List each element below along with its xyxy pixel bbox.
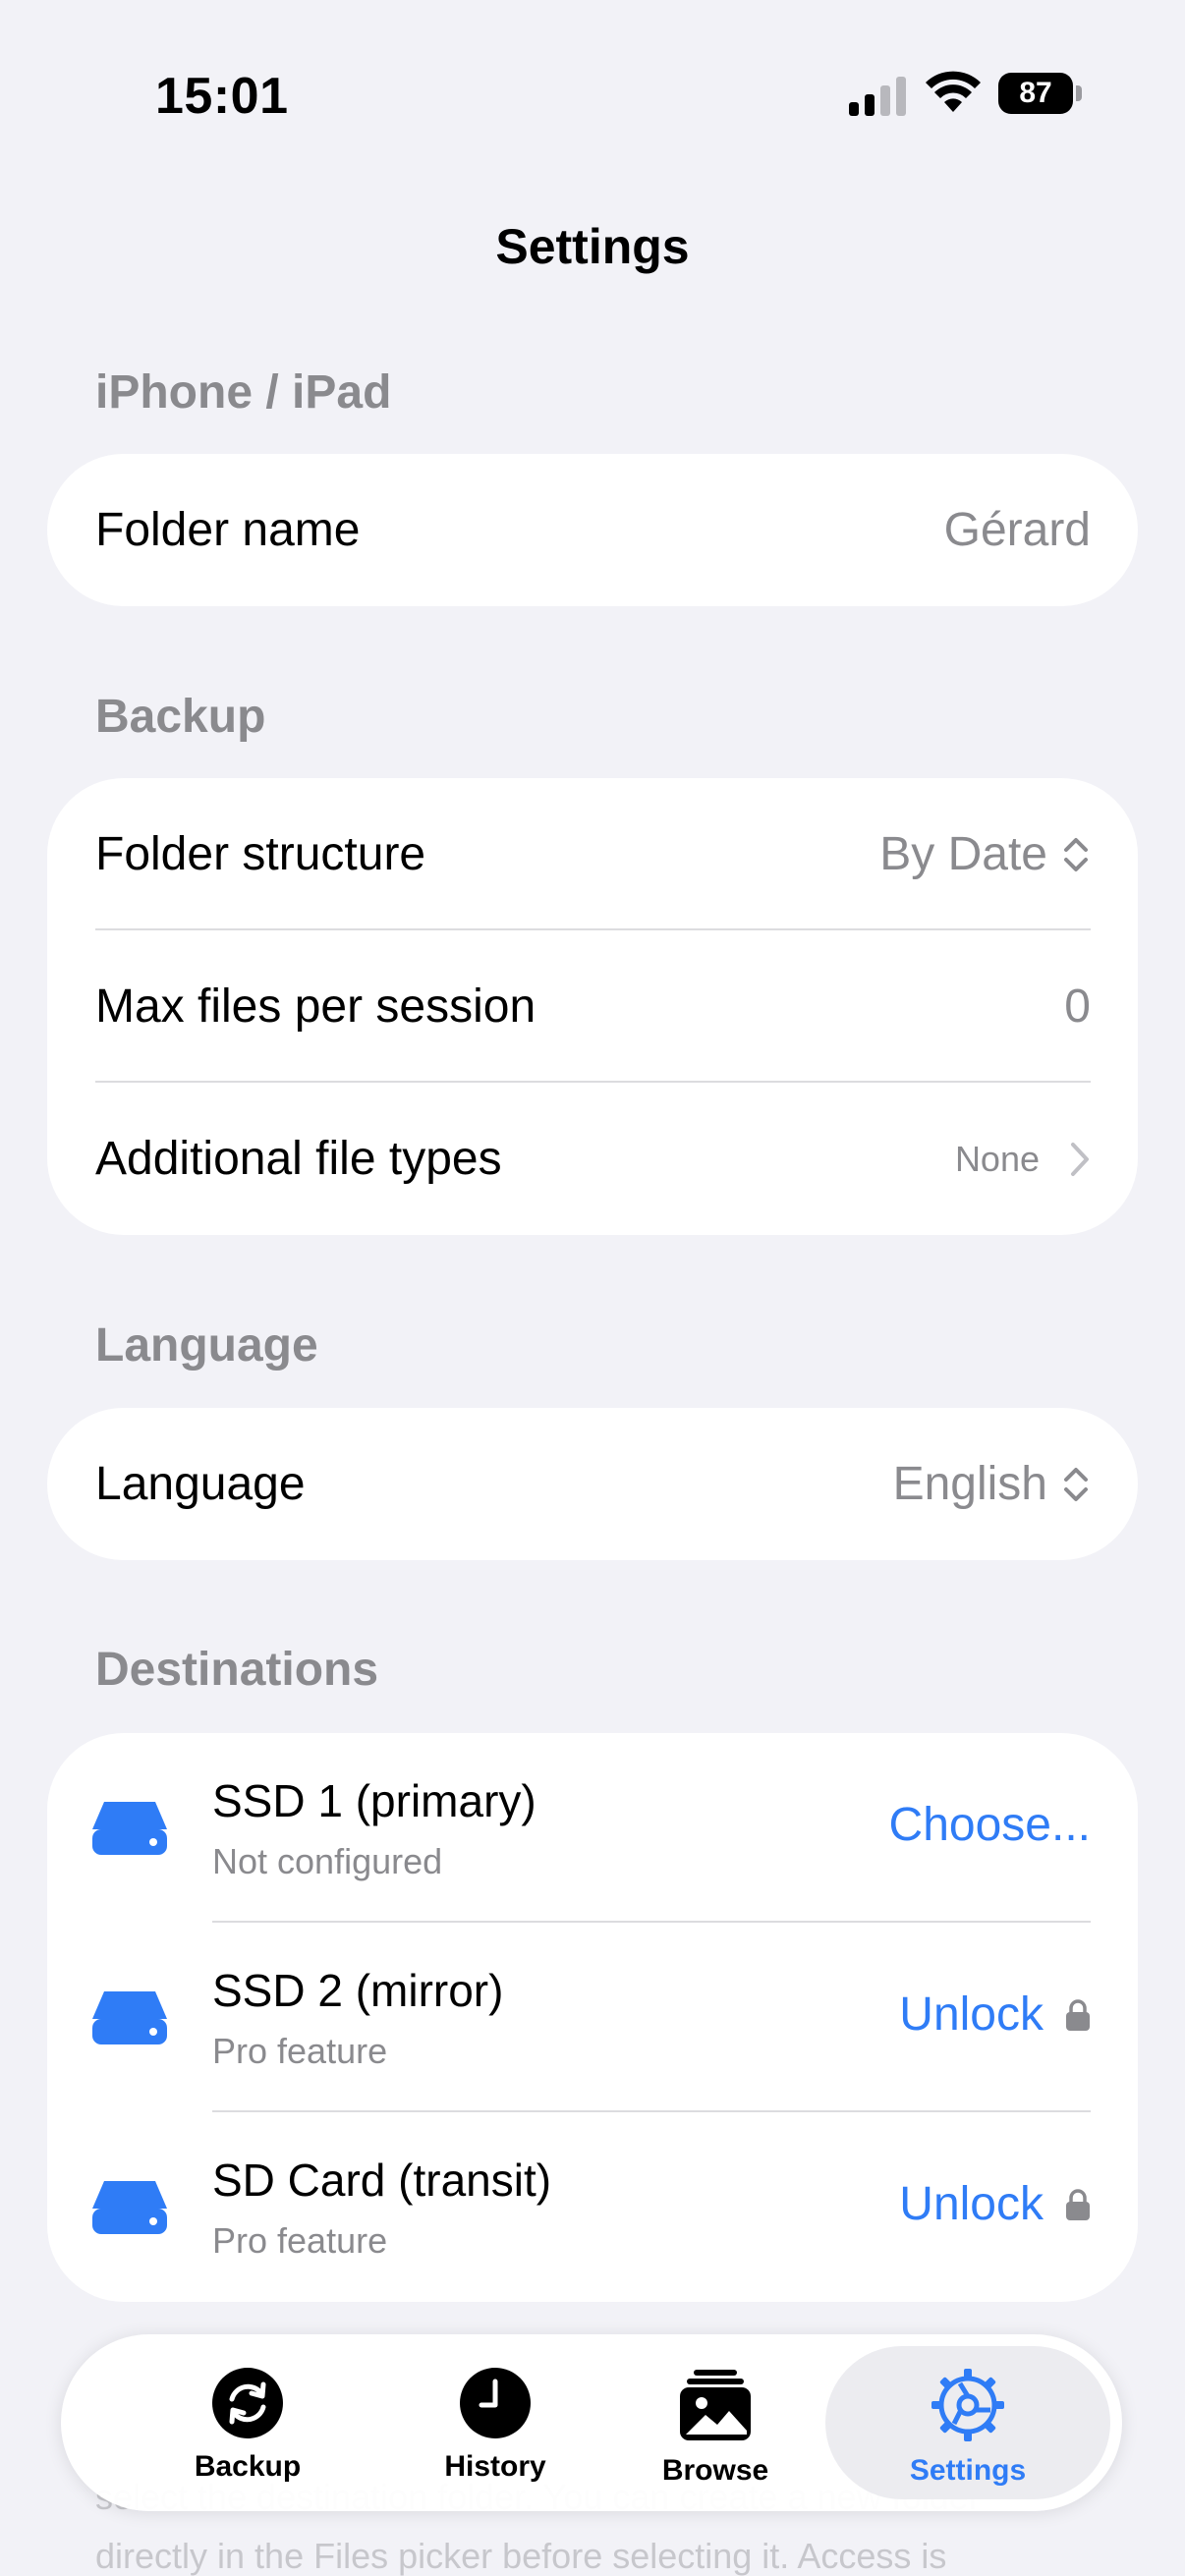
folder-structure-label: Folder structure — [95, 828, 426, 880]
backup-card: Folder structure By Date Max files per s… — [47, 778, 1138, 1235]
footer-line-2: directly in the Files picker before sele… — [95, 2536, 947, 2576]
destination-subtitle: Pro feature — [212, 2031, 388, 2071]
language-value: English — [892, 1458, 1047, 1510]
section-header-device: iPhone / iPad — [95, 366, 392, 419]
destination-row-ssd2[interactable]: SSD 2 (mirror) Pro feature Unlock — [47, 1923, 1138, 2112]
destinations-card: SSD 1 (primary) Not configured Choose...… — [47, 1733, 1138, 2302]
status-time: 15:01 — [155, 68, 289, 125]
folder-name-label: Folder name — [95, 504, 361, 556]
chevron-updown-icon — [1064, 837, 1088, 871]
unlock-button[interactable]: Unlock — [899, 2177, 1091, 2231]
folder-structure-picker[interactable]: By Date — [879, 827, 1091, 881]
tab-backup[interactable]: Backup — [130, 2346, 366, 2499]
device-card: Folder name Gérard — [47, 454, 1138, 606]
unlock-button-label: Unlock — [899, 2178, 1044, 2230]
status-bar: 15:01 87 — [0, 0, 1185, 196]
max-files-value[interactable]: 0 — [1064, 980, 1091, 1034]
folder-name-row[interactable]: Folder name Gérard — [47, 454, 1138, 606]
external-drive-icon — [92, 2181, 167, 2234]
tab-bar: Backup History Browse Settings — [61, 2334, 1122, 2511]
sync-icon — [212, 2368, 283, 2438]
destination-subtitle: Not configured — [212, 1841, 443, 1881]
language-picker[interactable]: English — [893, 1457, 1091, 1511]
destination-title: SSD 2 (mirror) — [212, 1965, 504, 2016]
unlock-button[interactable]: Unlock — [899, 1988, 1091, 2042]
photos-icon — [680, 2370, 751, 2440]
file-types-label: Additional file types — [95, 1133, 502, 1185]
unlock-button-label: Unlock — [899, 1988, 1044, 2041]
tab-history[interactable]: History — [377, 2346, 613, 2499]
destination-title: SSD 1 (primary) — [212, 1775, 536, 1826]
page-title: Settings — [495, 219, 690, 274]
chevron-updown-icon — [1064, 1467, 1088, 1501]
section-header-backup: Backup — [95, 691, 266, 743]
lock-icon — [1066, 2188, 1090, 2220]
language-row[interactable]: Language English — [47, 1408, 1138, 1560]
choose-button-label: Choose... — [888, 1799, 1091, 1851]
file-types-value: None — [955, 1139, 1091, 1180]
max-files-label: Max files per session — [95, 980, 536, 1033]
cellular-signal-icon — [849, 77, 906, 116]
destination-row-ssd1[interactable]: SSD 1 (primary) Not configured Choose... — [47, 1733, 1138, 1923]
tab-settings[interactable]: Settings — [825, 2346, 1110, 2499]
section-header-language: Language — [95, 1319, 318, 1372]
choose-button[interactable]: Choose... — [889, 1798, 1091, 1852]
language-card: Language English — [47, 1408, 1138, 1560]
destination-subtitle: Pro feature — [212, 2220, 388, 2261]
language-label: Language — [95, 1458, 306, 1510]
tab-backup-label: Backup — [194, 2450, 302, 2483]
folder-structure-value: By Date — [879, 828, 1047, 880]
clock-icon — [460, 2368, 531, 2438]
destination-title: SD Card (transit) — [212, 2155, 552, 2206]
battery-icon: 87 — [998, 73, 1082, 114]
external-drive-icon — [92, 1802, 167, 1855]
tab-browse[interactable]: Browse — [597, 2346, 833, 2499]
battery-level: 87 — [998, 73, 1073, 114]
tab-browse-label: Browse — [661, 2454, 769, 2487]
destination-row-sdcard[interactable]: SD Card (transit) Pro feature Unlock — [47, 2112, 1138, 2302]
gear-icon — [931, 2369, 1004, 2441]
tab-history-label: History — [444, 2450, 546, 2483]
chevron-right-icon — [1071, 1142, 1089, 1176]
lock-icon — [1066, 1998, 1090, 2031]
wifi-icon — [926, 71, 981, 112]
folder-name-value[interactable]: Gérard — [944, 503, 1091, 557]
tab-settings-label: Settings — [909, 2454, 1027, 2487]
section-header-destinations: Destinations — [95, 1644, 379, 1696]
external-drive-icon — [92, 1991, 167, 2044]
max-files-row[interactable]: Max files per session 0 — [47, 930, 1138, 1083]
file-types-row[interactable]: Additional file types None — [47, 1083, 1138, 1235]
file-types-value-text: None — [954, 1138, 1040, 1179]
folder-structure-row[interactable]: Folder structure By Date — [47, 778, 1138, 930]
